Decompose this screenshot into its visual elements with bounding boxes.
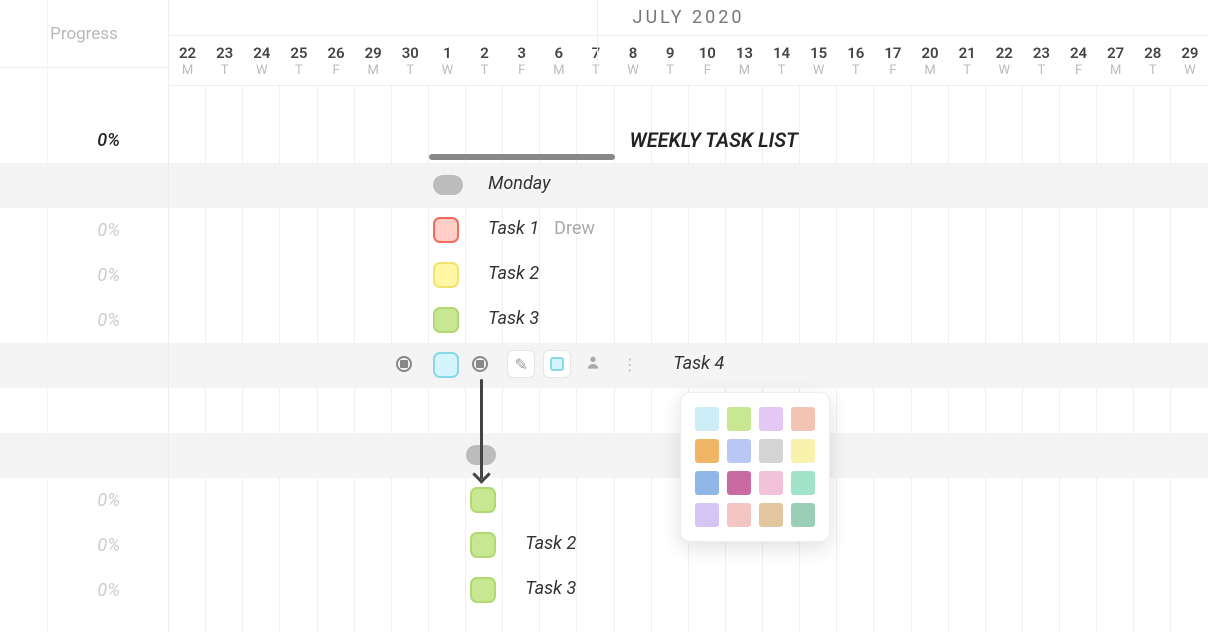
color-swatch[interactable]: [791, 407, 815, 431]
task-bar[interactable]: [433, 217, 459, 243]
date-cell[interactable]: 8W: [615, 36, 652, 85]
date-cell[interactable]: 14T: [763, 36, 800, 85]
gantt-row: Task 1Drew: [169, 208, 1208, 253]
task-label: Task 3: [525, 578, 576, 599]
color-swatch[interactable]: [695, 439, 719, 463]
color-swatch[interactable]: [695, 407, 719, 431]
color-swatch[interactable]: [759, 503, 783, 527]
date-cell[interactable]: 28T: [1134, 36, 1171, 85]
pencil-icon: ✎: [515, 355, 528, 374]
gantt-row: Task 3: [169, 298, 1208, 343]
timeline-date-header: 22M23T24W25T26F29M30T1W2T3F6M7T8W9T10F13…: [169, 36, 1208, 86]
date-cell[interactable]: 15W: [800, 36, 837, 85]
date-cell[interactable]: 7T: [577, 36, 614, 85]
color-swatch[interactable]: [727, 471, 751, 495]
color-swatch[interactable]: [791, 503, 815, 527]
task-label: Task 1Drew: [488, 218, 595, 239]
color-picker-panel: [680, 392, 830, 542]
date-cell[interactable]: 9T: [652, 36, 689, 85]
task-label: Monday: [488, 173, 550, 194]
gantt-row: WEEKLY TASK LIST: [169, 118, 1208, 163]
color-swatch[interactable]: [791, 439, 815, 463]
color-swatch[interactable]: [727, 407, 751, 431]
task-bar[interactable]: [470, 532, 496, 558]
date-cell[interactable]: 23T: [206, 36, 243, 85]
date-cell[interactable]: 24W: [243, 36, 280, 85]
task-bar[interactable]: [470, 577, 496, 603]
date-cell[interactable]: 30T: [392, 36, 429, 85]
date-cell[interactable]: 2T: [466, 36, 503, 85]
color-swatch[interactable]: [759, 407, 783, 431]
task-label: Task 2: [525, 533, 576, 554]
task-bar[interactable]: [433, 262, 459, 288]
task-toolbar: ✎⋮: [507, 350, 643, 378]
task-bar[interactable]: [433, 352, 459, 378]
edit-button[interactable]: ✎: [507, 350, 535, 378]
color-button[interactable]: [543, 350, 571, 378]
gantt-row: Monday: [169, 163, 1208, 208]
color-swatch[interactable]: [727, 503, 751, 527]
date-cell[interactable]: 3F: [503, 36, 540, 85]
task-bar[interactable]: [433, 175, 463, 195]
color-swatch[interactable]: [727, 439, 751, 463]
date-cell[interactable]: 24F: [1060, 36, 1097, 85]
color-swatch[interactable]: [759, 471, 783, 495]
progress-column-header: Progress: [0, 0, 168, 68]
date-cell[interactable]: 23T: [1023, 36, 1060, 85]
color-icon: [550, 357, 564, 371]
assign-button[interactable]: [579, 350, 607, 378]
date-cell[interactable]: 16T: [837, 36, 874, 85]
date-cell[interactable]: 22M: [169, 36, 206, 85]
color-swatch[interactable]: [695, 503, 719, 527]
date-cell[interactable]: 20M: [912, 36, 949, 85]
more-button[interactable]: ⋮: [615, 350, 643, 378]
date-cell[interactable]: 17F: [874, 36, 911, 85]
drag-handle-left-icon[interactable]: [396, 356, 412, 372]
task-assignee: Drew: [554, 218, 595, 239]
date-cell[interactable]: 13M: [726, 36, 763, 85]
color-swatch[interactable]: [759, 439, 783, 463]
more-icon: ⋮: [622, 355, 637, 374]
parent-gantt-bar[interactable]: [429, 154, 615, 160]
user-icon: [585, 354, 601, 374]
date-cell[interactable]: 22W: [986, 36, 1023, 85]
dependency-arrow: [480, 379, 483, 479]
task-bar[interactable]: [470, 487, 496, 513]
date-cell[interactable]: 1W: [429, 36, 466, 85]
month-header: JULY 2020: [169, 0, 1208, 36]
gantt-row: Task 2: [169, 253, 1208, 298]
date-cell[interactable]: 21T: [949, 36, 986, 85]
date-cell[interactable]: 6M: [540, 36, 577, 85]
parent-title: WEEKLY TASK LIST: [630, 128, 798, 152]
task-label: Task 2: [488, 263, 539, 284]
task-bar[interactable]: [433, 307, 459, 333]
color-swatch[interactable]: [695, 471, 719, 495]
gantt-row: ✎⋮Task 4: [169, 343, 1208, 388]
color-swatch[interactable]: [791, 471, 815, 495]
date-cell[interactable]: 27M: [1097, 36, 1134, 85]
date-cell[interactable]: 10F: [689, 36, 726, 85]
gantt-row: Task 3: [169, 568, 1208, 613]
drag-handle-right-icon[interactable]: [472, 356, 488, 372]
task-label: Task 4: [673, 353, 724, 374]
date-cell[interactable]: 25T: [280, 36, 317, 85]
date-cell[interactable]: 29M: [355, 36, 392, 85]
task-label: Task 3: [488, 308, 539, 329]
date-cell[interactable]: 26F: [318, 36, 355, 85]
date-cell[interactable]: 29W: [1171, 36, 1208, 85]
